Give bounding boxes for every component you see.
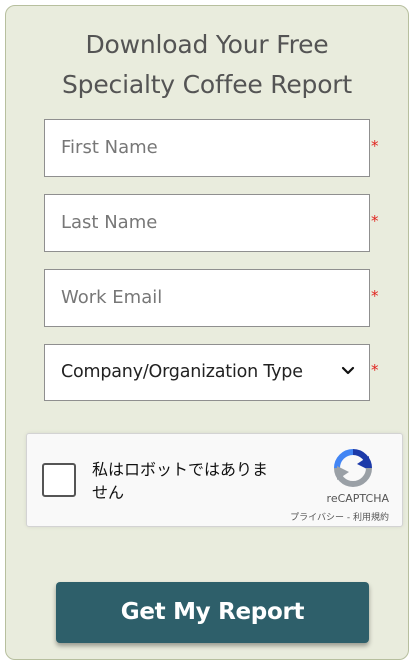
recaptcha-links: プライバシー - 利用規約 bbox=[257, 510, 389, 523]
recaptcha-logo-icon bbox=[334, 449, 372, 487]
form-title: Download Your Free Specialty Coffee Repo… bbox=[6, 25, 408, 105]
get-report-button[interactable]: Get My Report bbox=[56, 582, 369, 643]
chevron-down-icon bbox=[341, 366, 355, 375]
recaptcha-privacy-link[interactable]: プライバシー bbox=[290, 513, 344, 523]
recaptcha-brand: reCAPTCHA bbox=[326, 492, 389, 505]
first-name-required-marker: * bbox=[371, 137, 379, 155]
first-name-field[interactable]: First Name bbox=[44, 119, 370, 177]
last-name-required-marker: * bbox=[371, 212, 379, 230]
form-title-line-2: Specialty Coffee Report bbox=[62, 70, 352, 99]
first-name-placeholder: First Name bbox=[61, 137, 158, 158]
last-name-placeholder: Last Name bbox=[61, 212, 158, 233]
work-email-field[interactable]: Work Email bbox=[44, 269, 370, 327]
form-title-line-1: Download Your Free bbox=[85, 30, 329, 59]
company-type-required-marker: * bbox=[371, 361, 379, 379]
recaptcha-checkbox[interactable] bbox=[42, 463, 76, 497]
recaptcha-widget: 私はロボットではありません reCAPTCHA プライバシー - 利用規約 bbox=[26, 433, 403, 527]
last-name-field[interactable]: Last Name bbox=[44, 194, 370, 252]
recaptcha-link-separator: - bbox=[344, 513, 353, 523]
company-type-select[interactable]: Company/Organization Type bbox=[44, 344, 370, 401]
work-email-placeholder: Work Email bbox=[61, 287, 163, 308]
report-form-card: Download Your Free Specialty Coffee Repo… bbox=[5, 5, 409, 660]
work-email-required-marker: * bbox=[371, 287, 379, 305]
recaptcha-label: 私はロボットではありません bbox=[92, 460, 269, 502]
recaptcha-terms-link[interactable]: 利用規約 bbox=[353, 513, 389, 523]
company-type-value: Company/Organization Type bbox=[61, 362, 303, 382]
